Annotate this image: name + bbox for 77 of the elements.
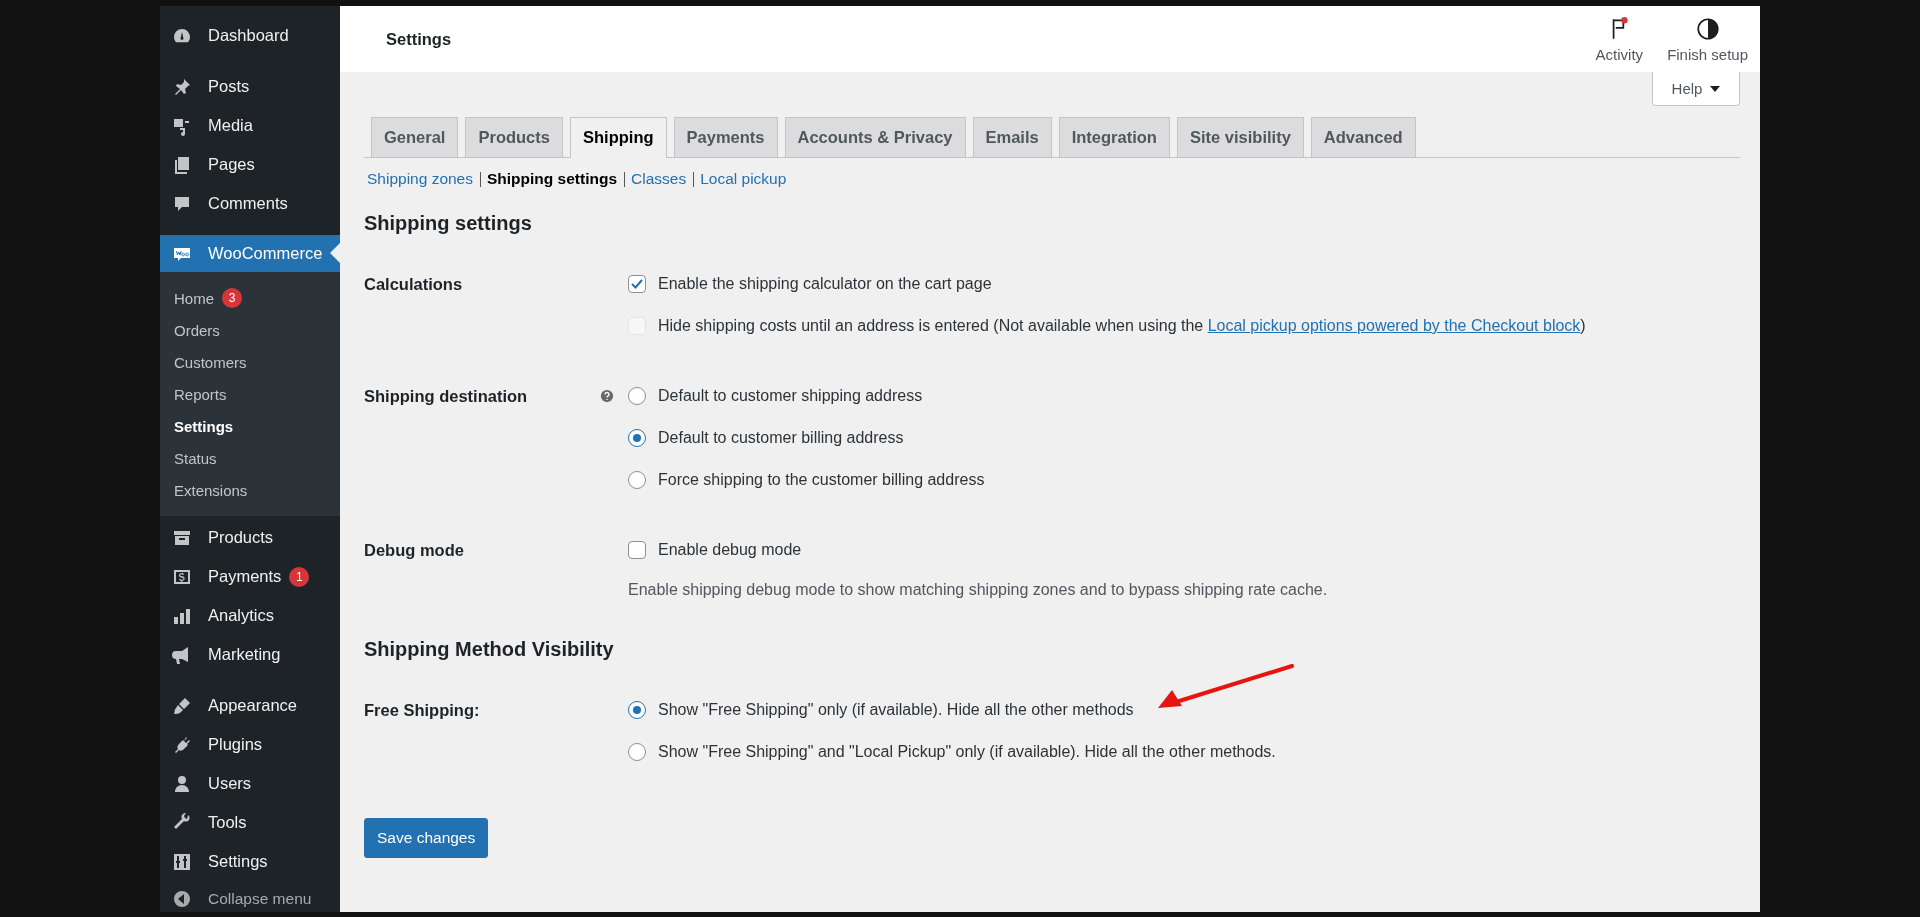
sidebar-menu-item[interactable]: Plugins xyxy=(160,725,340,764)
save-button[interactable]: Save changes xyxy=(364,818,489,858)
help-icon[interactable] xyxy=(600,389,614,403)
sidebar-menu-item[interactable]: Appearance xyxy=(160,686,340,725)
radio-button[interactable] xyxy=(628,743,646,761)
sidebar-menu-item[interactable]: Pages xyxy=(160,145,340,184)
paintbrush-icon xyxy=(172,695,192,716)
pages-icon xyxy=(172,154,192,175)
radio-button[interactable] xyxy=(628,701,646,719)
tab[interactable]: Payments xyxy=(673,117,778,157)
field-description: Enable shipping debug mode to show matching shipping zones and to bypass shipping rate cache. xyxy=(628,580,1329,600)
radio-button[interactable] xyxy=(628,387,646,405)
subnav-link[interactable]: Classes xyxy=(631,170,687,188)
tab[interactable]: Shipping xyxy=(569,117,667,158)
help-button[interactable]: Help xyxy=(1652,72,1740,106)
sidebar-menu-item[interactable]: Users xyxy=(160,764,340,803)
header-action-button[interactable]: Activity xyxy=(1593,11,1646,67)
half-circle-icon xyxy=(1694,15,1721,42)
caret-icon xyxy=(1710,85,1721,92)
tab[interactable]: Advanced xyxy=(1310,117,1416,157)
section-heading: Shipping settings xyxy=(364,211,533,236)
sidebar-menu-item[interactable]: Analytics xyxy=(160,596,340,635)
submenu-item[interactable]: Home 3 xyxy=(160,282,340,314)
submenu-item[interactable]: Extensions xyxy=(160,474,340,506)
sidebar-menu-item[interactable]: Marketing xyxy=(160,635,340,674)
sidebar-menu-item[interactable]: Products xyxy=(160,518,340,557)
sidebar-menu-item[interactable]: WooCommerce xyxy=(160,235,340,272)
sidebar-menu-item[interactable]: Payments 1 xyxy=(160,557,340,596)
submenu-item[interactable]: Orders xyxy=(160,314,340,346)
sidebar-menu-item[interactable]: Dashboard xyxy=(160,16,340,55)
page-title: Settings xyxy=(386,29,452,49)
radio-button[interactable] xyxy=(628,429,646,447)
submenu-item[interactable]: Status xyxy=(160,442,340,474)
sidebar-menu-item[interactable]: Settings xyxy=(160,842,340,881)
collapse-menu-button[interactable]: Collapse menu xyxy=(160,885,340,912)
option-label: Show "Free Shipping" and "Local Pickup" only (if available). Hide all the other methods. xyxy=(658,743,1276,761)
header-action-button[interactable]: Finish setup xyxy=(1665,11,1750,67)
radio-button[interactable] xyxy=(628,471,646,489)
tab[interactable]: Integration xyxy=(1058,117,1170,157)
field-label: Free Shipping: xyxy=(364,700,480,721)
left-arrow-circle-icon xyxy=(172,888,192,909)
sidebar-menu-item[interactable]: Tools xyxy=(160,803,340,842)
checkbox[interactable] xyxy=(628,275,646,293)
option-label: Enable the shipping calculator on the cart page xyxy=(658,275,992,293)
section-heading: Shipping Method Visibility xyxy=(364,637,615,662)
option-label: Default to customer shipping address xyxy=(658,387,923,405)
submenu-item[interactable]: Settings xyxy=(160,410,340,442)
separator-bar xyxy=(624,171,626,187)
subnav-link[interactable]: Shipping settings xyxy=(487,170,618,188)
current-pointer-icon xyxy=(330,243,340,263)
submenu-item[interactable]: Customers xyxy=(160,346,340,378)
tab[interactable]: General xyxy=(371,117,459,157)
subnav-link[interactable]: Local pickup xyxy=(700,170,787,188)
tab[interactable]: Emails xyxy=(972,117,1052,157)
tab[interactable]: Accounts & Privacy xyxy=(784,117,966,157)
checkbox[interactable] xyxy=(628,541,646,559)
option-label: Show "Free Shipping" only (if available). Hide all the other methods xyxy=(658,701,1134,719)
separator-bar xyxy=(693,171,695,187)
option-label: Force shipping to the customer billing address xyxy=(658,471,985,489)
tab[interactable]: Site visibility xyxy=(1176,117,1304,157)
sidebar-menu-item[interactable]: Media xyxy=(160,106,340,145)
submenu-item[interactable]: Reports xyxy=(160,378,340,410)
field-label: Debug mode xyxy=(364,540,464,561)
sidebar-menu-item[interactable]: Posts xyxy=(160,67,340,106)
subnav-link[interactable]: Shipping zones xyxy=(367,170,473,188)
field-label: Shipping destination xyxy=(364,386,528,407)
option-label: Enable debug mode xyxy=(658,541,802,559)
count-badge: 1 xyxy=(289,566,310,587)
option-label: Default to customer billing address xyxy=(658,429,904,447)
tab[interactable]: Products xyxy=(465,117,563,157)
sliders-icon xyxy=(172,851,192,872)
field-label: Calculations xyxy=(364,274,463,295)
sidebar-menu-item[interactable]: Comments xyxy=(160,184,340,223)
person-icon xyxy=(172,773,192,794)
option-label: Hide shipping costs until an address is entered (Not available when using the Local pickup options powered by the Checkout block) xyxy=(658,317,1586,335)
separator-bar xyxy=(480,171,481,187)
count-badge: 3 xyxy=(222,288,242,308)
